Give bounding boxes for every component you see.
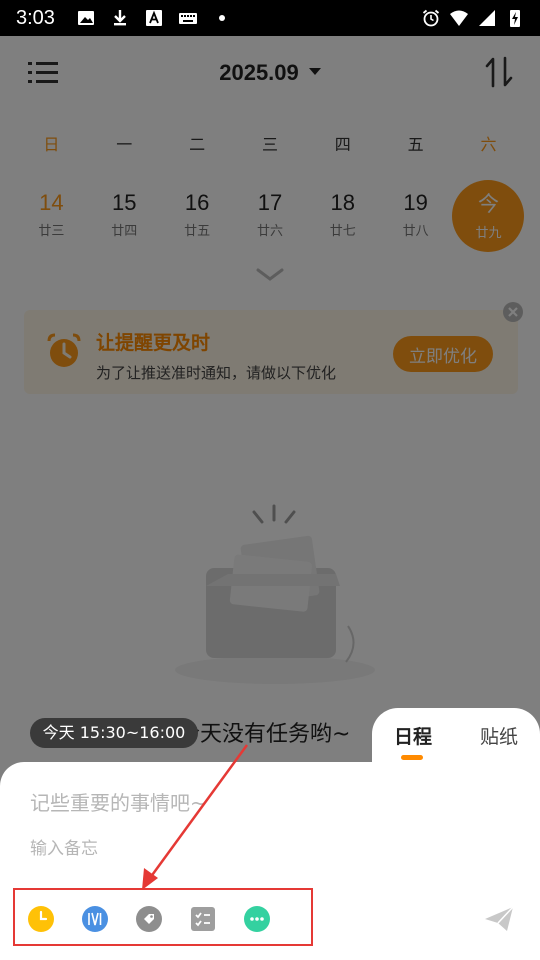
dot-icon	[218, 15, 225, 21]
tab-schedule[interactable]: 日程	[394, 722, 432, 749]
signal-icon	[479, 10, 495, 26]
battery-charging-icon	[510, 10, 520, 27]
image-icon	[77, 11, 94, 25]
download-icon	[113, 10, 126, 26]
time-range-chip[interactable]: 今天 15:30~16:00	[30, 718, 198, 748]
send-icon[interactable]	[483, 905, 515, 933]
keyboard-icon	[178, 13, 197, 24]
font-icon	[145, 10, 162, 26]
composer-tabs: 日程 贴纸	[372, 708, 540, 768]
status-bar: 3:03	[0, 0, 540, 36]
active-tab-indicator	[401, 755, 423, 760]
task-title-input[interactable]	[30, 788, 470, 818]
alarm-icon	[422, 9, 440, 27]
wifi-icon	[450, 10, 468, 26]
toolbar-highlight-box	[13, 888, 313, 946]
status-time: 3:03	[16, 6, 55, 29]
memo-input[interactable]	[30, 836, 470, 862]
tab-sticker[interactable]: 贴纸	[480, 722, 518, 749]
